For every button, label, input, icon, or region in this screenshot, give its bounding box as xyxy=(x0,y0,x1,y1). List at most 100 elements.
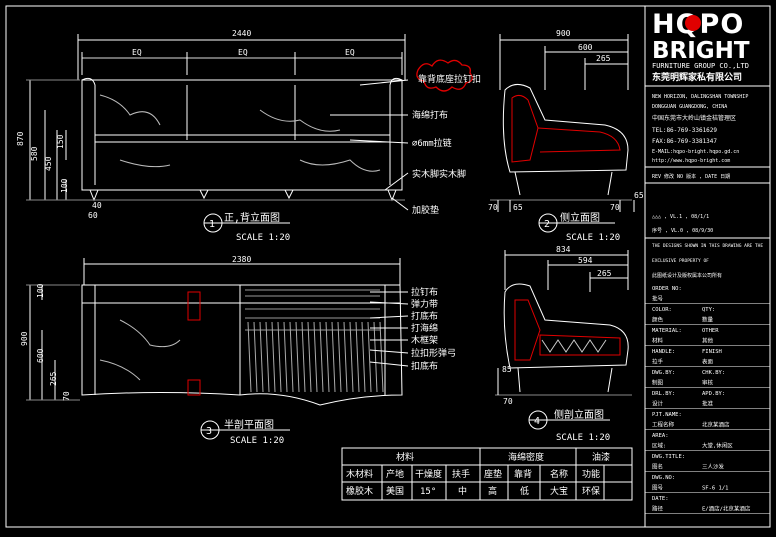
spec-value: E/酒店/北京某酒店 xyxy=(702,505,751,513)
note-0: THE DESIGNS SHOWN IN THIS DRAWING ARE TH… xyxy=(652,243,763,249)
callout-plan-5: 拉扣形弹弓 xyxy=(411,347,456,359)
spec-label: HANDLE: xyxy=(652,349,675,355)
spec-label: 区域: xyxy=(652,442,666,450)
table-cell-6: 大宝 xyxy=(550,485,568,497)
address-line-2: 中国东莞市大岭山镇金桔管理区 xyxy=(652,114,736,122)
callout-front-1: 海绵打布 xyxy=(412,109,448,121)
dim-sec-a: 594 xyxy=(578,256,593,265)
cad-drawing: 1 正,背立面图 SCALE 1:20 2 侧立面图 SCALE 1:20 3 … xyxy=(0,0,776,533)
callout-front-0: 靠背底座拉钉扣 xyxy=(418,73,481,85)
table-header-paint: 油漆 xyxy=(592,451,610,463)
spec-value: 数量 xyxy=(702,316,714,324)
spec-value: 北京某酒店 xyxy=(702,421,730,429)
spec-label: DWG.BY: xyxy=(652,370,675,376)
dim-plan-h-4: 70 xyxy=(62,391,71,401)
dim-sec-total: 834 xyxy=(556,245,571,254)
callout-plan-4: 木框架 xyxy=(411,334,438,346)
callout-front-4: 加胶垫 xyxy=(412,204,439,216)
spec-label: DRL.BY: xyxy=(652,391,675,397)
spec-value: APD.BY: xyxy=(702,391,725,397)
view-4-title: 侧剖立面图 xyxy=(554,408,604,421)
spec-label: PJT.NAME: xyxy=(652,412,682,418)
view-2-num: 2 xyxy=(544,219,550,230)
rev-row1: △△△ , VL.1 , 08/1/1 xyxy=(652,214,709,220)
spec-value: SF-6 1/1 xyxy=(702,486,729,492)
view-4-scale: SCALE 1:20 xyxy=(556,433,610,443)
dim-front-h-3: 150 xyxy=(56,134,65,149)
dim-plan-width: 2380 xyxy=(232,255,251,264)
view-3-num: 3 xyxy=(206,426,212,437)
spec-label: DWG.TITLE: xyxy=(652,454,685,460)
spec-label: 制图 xyxy=(652,379,664,387)
table-cell-5: 低 xyxy=(520,485,529,497)
web: http://www.hqpo-bright.com xyxy=(652,158,730,164)
callout-plan-2: 打底布 xyxy=(411,310,438,322)
table-header-material: 材料 xyxy=(396,451,414,463)
table-header-foam: 海绵密度 xyxy=(508,451,544,463)
spec-value: 审核 xyxy=(702,379,714,387)
view-3-scale: SCALE 1:20 xyxy=(230,436,284,446)
dim-eq-1: EQ xyxy=(132,48,142,57)
view-1-scale: SCALE 1:20 xyxy=(236,233,290,243)
view-1-title: 正,背立面图 xyxy=(224,211,280,224)
tel: TEL:86-769-3361629 xyxy=(652,127,717,134)
email: E-MAIL:hqpo-bright.hqpo.gd.cn xyxy=(652,149,739,155)
table-sub-7: 功能 xyxy=(582,468,600,480)
spec-label: 图名 xyxy=(652,463,663,471)
dim-side-a: 600 xyxy=(578,43,593,52)
spec-label: ORDER NO: xyxy=(652,286,682,292)
dim-plan-h-3: 265 xyxy=(49,371,58,386)
spec-label: 图号 xyxy=(652,484,664,492)
spec-label: MATERIAL: xyxy=(652,328,682,334)
spec-value: 表面 xyxy=(702,358,714,366)
note-1: EXCLUSIVE PROPERTY OF xyxy=(652,258,709,264)
view-1-num: 1 xyxy=(209,219,215,230)
note-2: 此图纸设计及版权属本公司所有 xyxy=(652,272,722,279)
spec-label: 批号 xyxy=(652,295,664,303)
spec-label: 设计 xyxy=(652,400,664,408)
dim-sec-d: 70 xyxy=(503,397,513,406)
spec-value: OTHER xyxy=(702,328,719,334)
spec-label: COLOR: xyxy=(652,307,672,313)
dim-side-e: 70 xyxy=(610,203,620,212)
view-4-num: 4 xyxy=(534,416,540,427)
spec-value: FINISH xyxy=(702,349,722,355)
dim-front-h-1: 580 xyxy=(30,146,39,161)
callout-plan-0: 拉钉布 xyxy=(411,286,438,298)
callout-plan-1: 弹力带 xyxy=(411,298,438,310)
table-cell-4: 高 xyxy=(488,485,497,497)
spec-value: QTY: xyxy=(702,307,715,313)
view-2-scale: SCALE 1:20 xyxy=(566,233,620,243)
table-sub-1: 产地 xyxy=(386,468,404,480)
address-line-1: DONGGUAN GUANGDONG, CHINA xyxy=(652,104,727,110)
dim-leg-40: 40 xyxy=(92,201,102,210)
spec-value: 三人沙发 xyxy=(702,463,725,471)
fax: FAX:86-769-3381347 xyxy=(652,138,717,145)
dim-side-f: 65 xyxy=(634,191,644,200)
spec-value: 批准 xyxy=(702,400,714,408)
spec-label: 拉手 xyxy=(652,358,664,366)
spec-label: DATE: xyxy=(652,496,669,502)
dim-sec-b: 265 xyxy=(597,269,612,278)
spec-value: 其他 xyxy=(702,337,714,345)
dim-side-d: 65 xyxy=(513,203,523,212)
table-cell-7: 环保 xyxy=(582,485,600,497)
spec-label: AREA: xyxy=(652,433,669,439)
view-3-title: 半剖平面图 xyxy=(224,418,274,431)
callout-plan-3: 打海绵 xyxy=(411,322,438,334)
table-sub-6: 名称 xyxy=(550,468,568,480)
table-sub-3: 扶手 xyxy=(452,468,470,480)
spec-label: 材料 xyxy=(652,337,664,345)
company-en: FURNITURE GROUP CO.,LTD xyxy=(652,62,749,70)
table-cell-2: 15° xyxy=(420,487,436,497)
dim-eq-3: EQ xyxy=(345,48,355,57)
dim-side-b: 265 xyxy=(596,54,611,63)
table-sub-0: 木材料 xyxy=(346,468,373,480)
spec-label: 路径 xyxy=(652,505,664,513)
dim-front-h-0: 870 xyxy=(16,131,25,146)
table-sub-4: 座垫 xyxy=(484,468,502,480)
dim-plan-h-2: 600 xyxy=(36,348,45,363)
spec-label: 工程名称 xyxy=(652,421,675,429)
dim-side-total: 900 xyxy=(556,29,571,38)
dim-eq-2: EQ xyxy=(238,48,248,57)
